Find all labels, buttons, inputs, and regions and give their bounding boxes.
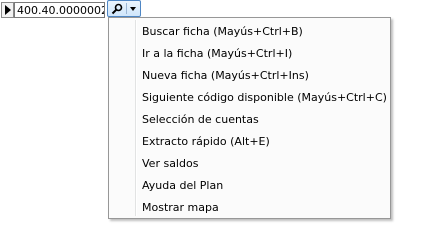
- menu-item-ir-a-ficha[interactable]: Ir a la ficha (Mayús+Ctrl+I): [109, 43, 390, 65]
- menu-item-buscar-ficha[interactable]: Buscar ficha (Mayús+Ctrl+B): [109, 21, 390, 43]
- menu-item-siguiente-codigo[interactable]: Siguiente código disponible (Mayús+Ctrl+…: [109, 87, 390, 109]
- menu-item-ayuda-plan[interactable]: Ayuda del Plan: [109, 175, 390, 197]
- menu-item-mostrar-mapa[interactable]: Mostrar mapa: [109, 197, 390, 219]
- row-selector-arrow-icon: [1, 2, 14, 18]
- menu-item-extracto-rapido[interactable]: Extracto rápido (Alt+E): [109, 131, 390, 153]
- chevron-down-icon[interactable]: [130, 6, 136, 11]
- magnifier-icon: [111, 3, 123, 14]
- triangle-right-icon: [4, 5, 11, 15]
- button-separator: [126, 3, 127, 14]
- menu-item-nueva-ficha[interactable]: Nueva ficha (Mayús+Ctrl+Ins): [109, 65, 390, 87]
- menu-item-ver-saldos[interactable]: Ver saldos: [109, 153, 390, 175]
- search-dropdown-button[interactable]: [107, 0, 141, 17]
- menu-item-seleccion-cuentas[interactable]: Selección de cuentas: [109, 109, 390, 131]
- context-menu: Buscar ficha (Mayús+Ctrl+B) Ir a la fich…: [108, 17, 391, 219]
- account-code-input[interactable]: [14, 2, 105, 18]
